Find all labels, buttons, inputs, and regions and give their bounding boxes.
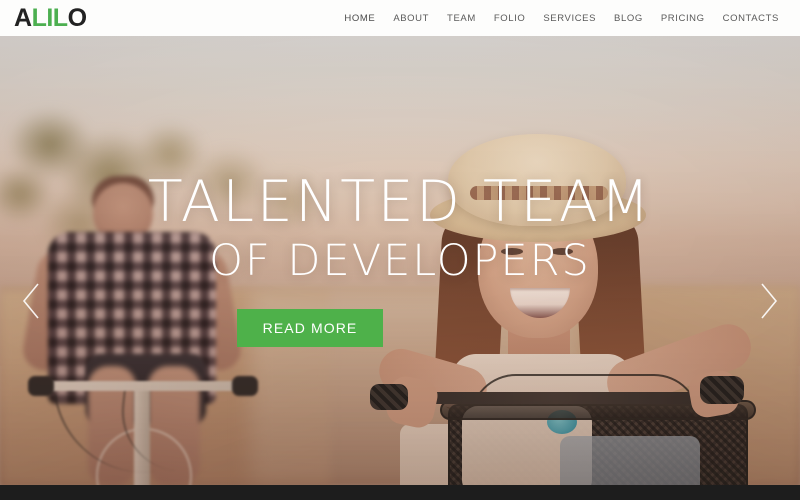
page-root: ALILO HOME ABOUT TEAM FOLIO SERVICES BLO… xyxy=(0,0,800,500)
hero-heading-line-2: OF DEVELOPERS xyxy=(209,236,591,286)
chevron-left-icon xyxy=(21,281,41,321)
slider-next-button[interactable] xyxy=(752,279,786,323)
read-more-button[interactable]: READ MORE xyxy=(236,309,384,347)
site-header: ALILO HOME ABOUT TEAM FOLIO SERVICES BLO… xyxy=(0,0,800,36)
hero-slider: TALENTED TEAM OF DEVELOPERS READ MORE xyxy=(0,36,800,485)
site-footer-bar xyxy=(0,485,800,500)
nav-item-pricing[interactable]: PRICING xyxy=(652,13,714,24)
hero-heading-line-1: TALENTED TEAM xyxy=(147,169,653,235)
nav-item-services[interactable]: SERVICES xyxy=(534,13,605,24)
site-logo[interactable]: ALILO xyxy=(14,3,87,32)
slider-prev-button[interactable] xyxy=(14,279,48,323)
nav-item-home[interactable]: HOME xyxy=(335,13,384,24)
chevron-right-icon xyxy=(759,281,779,321)
logo-letter-o: O xyxy=(67,3,87,32)
nav-item-contacts[interactable]: CONTACTS xyxy=(714,13,788,24)
logo-letters-lil: LIL xyxy=(31,3,69,32)
nav-item-folio[interactable]: FOLIO xyxy=(485,13,535,24)
nav-item-about[interactable]: ABOUT xyxy=(384,13,438,24)
hero-content: TALENTED TEAM OF DEVELOPERS READ MORE xyxy=(0,36,800,485)
nav-item-team[interactable]: TEAM xyxy=(438,13,485,24)
nav-item-blog[interactable]: BLOG xyxy=(605,13,652,24)
main-navigation: HOME ABOUT TEAM FOLIO SERVICES BLOG PRIC… xyxy=(335,13,788,24)
logo-letter-a: A xyxy=(14,3,32,32)
